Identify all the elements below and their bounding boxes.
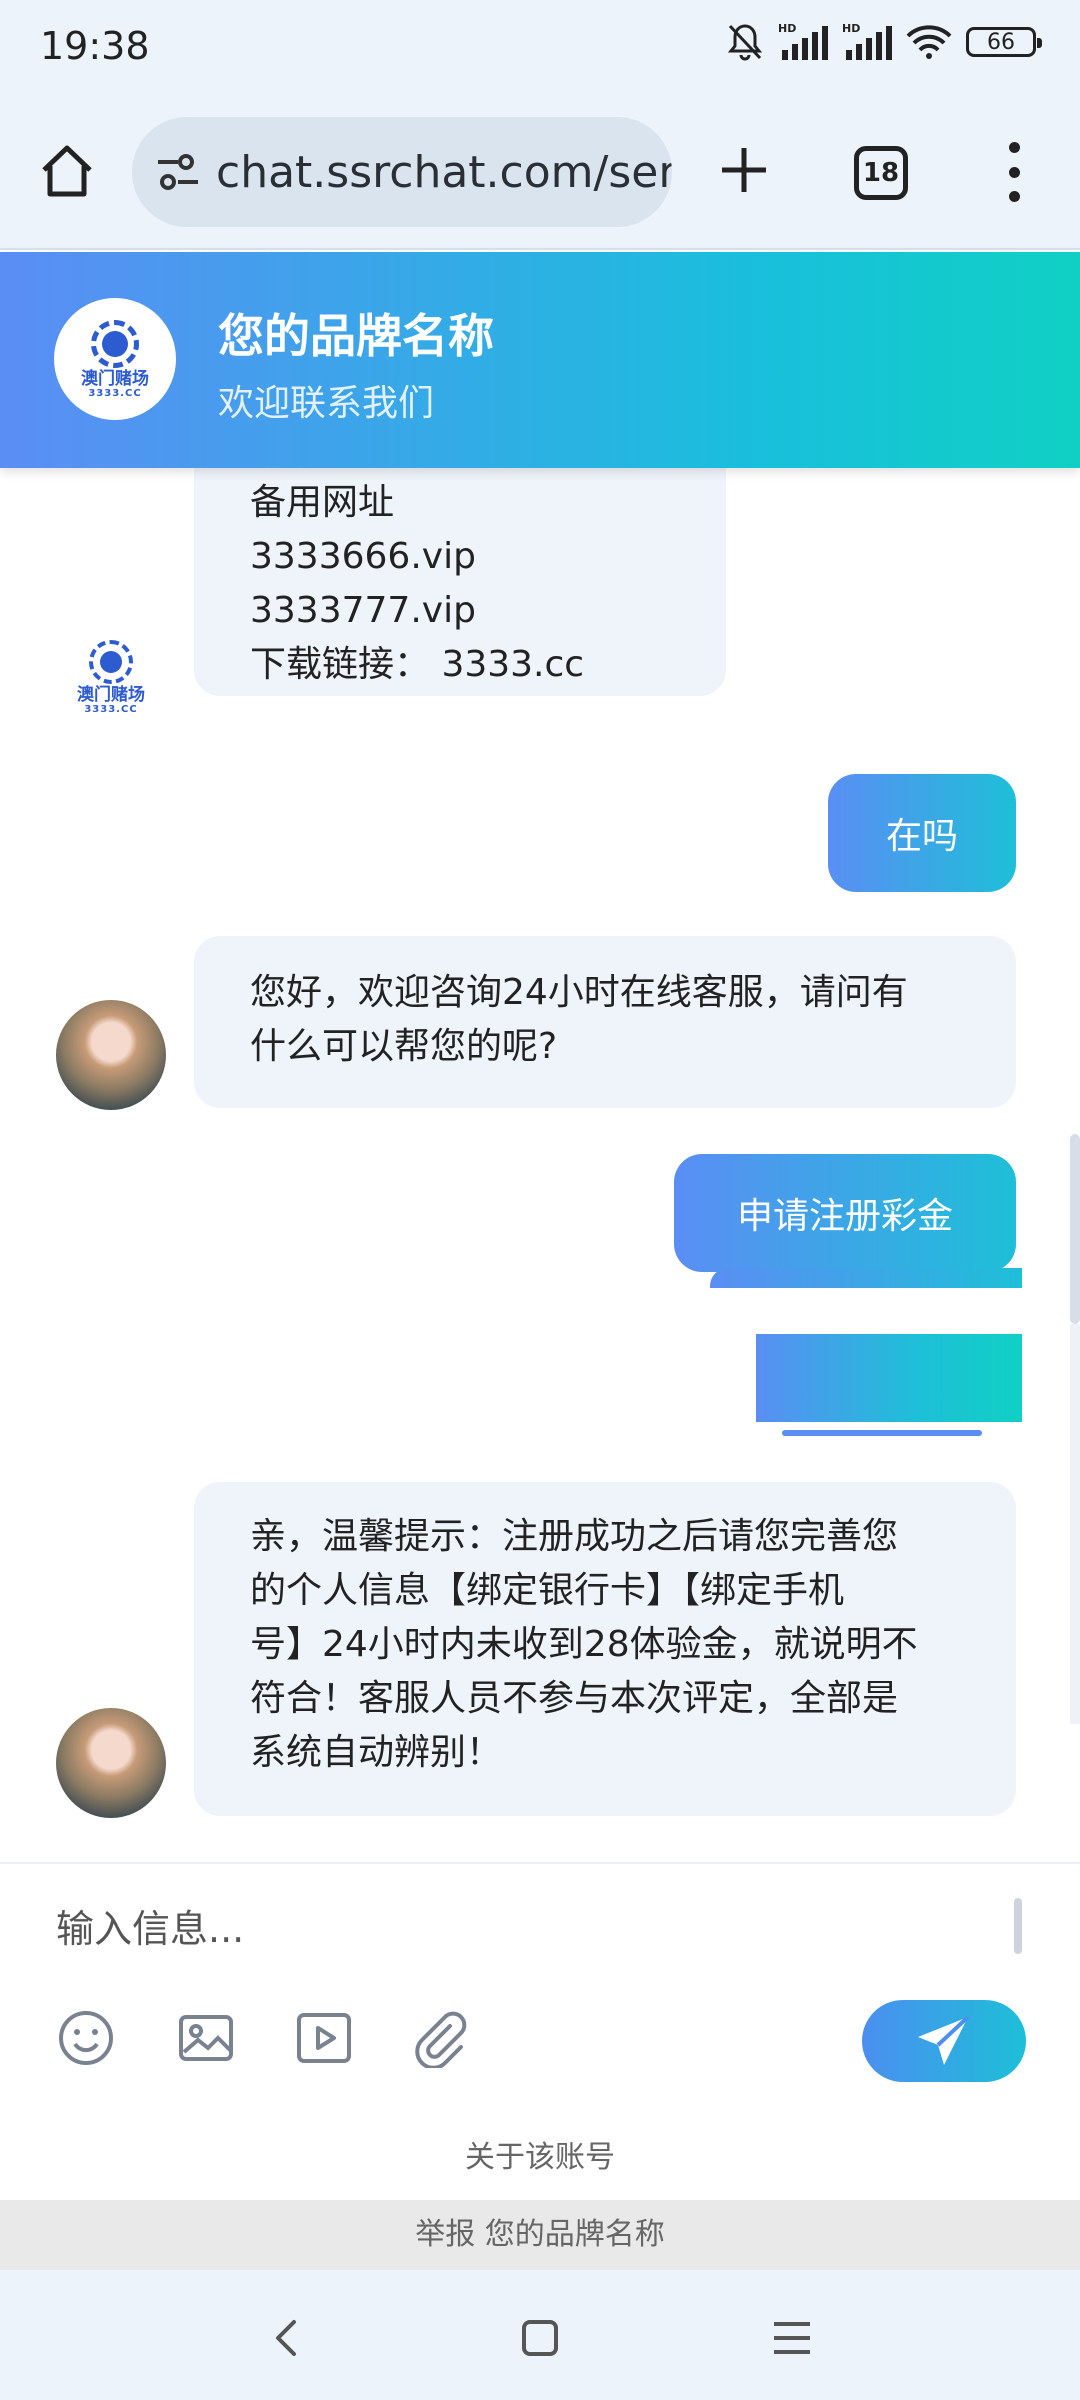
chip-icon: [91, 319, 139, 368]
message-line: 备用网址: [250, 482, 395, 523]
send-icon: [918, 2015, 970, 2065]
home-nav-icon[interactable]: [512, 2310, 568, 2366]
message-line: 号】24小时内未收到28体验金，就说明不: [250, 1624, 918, 1665]
chip-icon: [89, 639, 133, 684]
more-vert-icon[interactable]: [1000, 142, 1028, 202]
browser-toolbar: chat.ssrchat.com/serv 18: [0, 100, 1080, 250]
message-bubble-outgoing: 申请注册彩金: [674, 1154, 1016, 1272]
agent-avatar-photo: [56, 1708, 166, 1818]
url-bar[interactable]: chat.ssrchat.com/serv: [132, 117, 672, 227]
video-icon[interactable]: [294, 2008, 354, 2068]
message-bubble-incoming: 亲，温馨提示：注册成功之后请您完善您 的个人信息【绑定银行卡】【绑定手机 号】2…: [194, 1482, 1016, 1816]
message-bubble-outgoing: 在吗: [828, 774, 1016, 892]
logo-domain: 3333.CC: [88, 387, 142, 399]
tab-count: 18: [862, 158, 900, 188]
bubble-tail: [710, 1268, 1022, 1288]
avatar-logo-domain: 3333.CC: [84, 703, 138, 715]
input-scrollbar: [1014, 1898, 1022, 1954]
message-text: 申请注册彩金: [736, 1196, 953, 1237]
back-icon[interactable]: [260, 2310, 316, 2366]
signal-icon-2: HD: [842, 22, 892, 62]
status-time: 19:38: [40, 24, 150, 68]
about-account-link[interactable]: 关于该账号: [0, 2132, 1080, 2176]
avatar-logo-text: 澳门赌场: [77, 684, 145, 705]
tabs-icon[interactable]: 18: [854, 146, 908, 200]
home-icon[interactable]: [36, 140, 98, 202]
image-icon[interactable]: [176, 2008, 236, 2068]
chat-header: 澳门赌场 3333.CC 您的品牌名称 欢迎联系我们: [0, 252, 1080, 468]
message-line: 3333666.vip: [250, 536, 476, 577]
message-line: 什么可以帮您的呢?: [250, 1026, 558, 1067]
agent-avatar: 澳门赌场 3333.CC: [56, 622, 166, 732]
brand-logo: 澳门赌场 3333.CC: [54, 298, 176, 420]
image-caption-bar: [782, 1430, 982, 1436]
report-link[interactable]: 举报 您的品牌名称: [0, 2200, 1080, 2270]
hd-label-2: HD: [842, 22, 860, 35]
system-nav-bar: [0, 2270, 1080, 2400]
scrollbar-thumb[interactable]: [1070, 1134, 1080, 1324]
message-line: 系统自动辨别！: [250, 1732, 503, 1773]
status-bar: 19:38 HD HD 66: [0, 0, 1080, 100]
image-message[interactable]: [756, 1334, 1022, 1422]
battery-icon: 66: [966, 27, 1042, 57]
tune-icon[interactable]: [154, 148, 202, 196]
message-bubble-incoming: 备用网址 3333666.vip 3333777.vip 下载链接： 3333.…: [194, 468, 726, 696]
agent-avatar-photo: [56, 1000, 166, 1110]
message-line: 的个人信息【绑定银行卡】【绑定手机: [250, 1570, 845, 1611]
battery-level: 66: [987, 29, 1015, 55]
message-text: 在吗: [885, 816, 958, 857]
logo-text: 澳门赌场: [81, 368, 149, 389]
attach-icon[interactable]: [410, 2008, 470, 2070]
message-bubble-incoming: 您好，欢迎咨询24小时在线客服，请问有 什么可以帮您的呢?: [194, 936, 1016, 1108]
message-input[interactable]: [56, 1894, 996, 1964]
brand-subtitle: 欢迎联系我们: [218, 383, 435, 424]
hd-label: HD: [778, 22, 796, 35]
send-button[interactable]: [862, 2000, 1026, 2082]
message-line: 您好，欢迎咨询24小时在线客服，请问有: [250, 972, 908, 1013]
recents-icon[interactable]: [764, 2310, 820, 2366]
plus-icon[interactable]: [716, 142, 772, 198]
message-line: 亲，温馨提示：注册成功之后请您完善您: [250, 1516, 899, 1557]
wifi-icon: [906, 24, 952, 60]
message-line: 3333777.vip: [250, 590, 476, 631]
scrollbar-track[interactable]: [1070, 1324, 1080, 1724]
signal-icon: HD: [778, 22, 828, 62]
emoji-icon[interactable]: [56, 2008, 116, 2068]
url-text[interactable]: chat.ssrchat.com/serv: [216, 147, 672, 198]
message-line: 下载链接： 3333.cc: [250, 644, 585, 685]
message-line: 符合！客服人员不参与本次评定，全部是: [250, 1678, 899, 1719]
brand-title: 您的品牌名称: [218, 309, 494, 363]
composer: 关于该账号: [0, 1862, 1080, 2200]
message-list[interactable]: 澳门赌场 3333.CC 备用网址 3333666.vip 3333777.vi…: [0, 468, 1080, 1862]
mute-bell-icon: [726, 22, 764, 62]
status-icons: HD HD 66: [726, 22, 1042, 62]
